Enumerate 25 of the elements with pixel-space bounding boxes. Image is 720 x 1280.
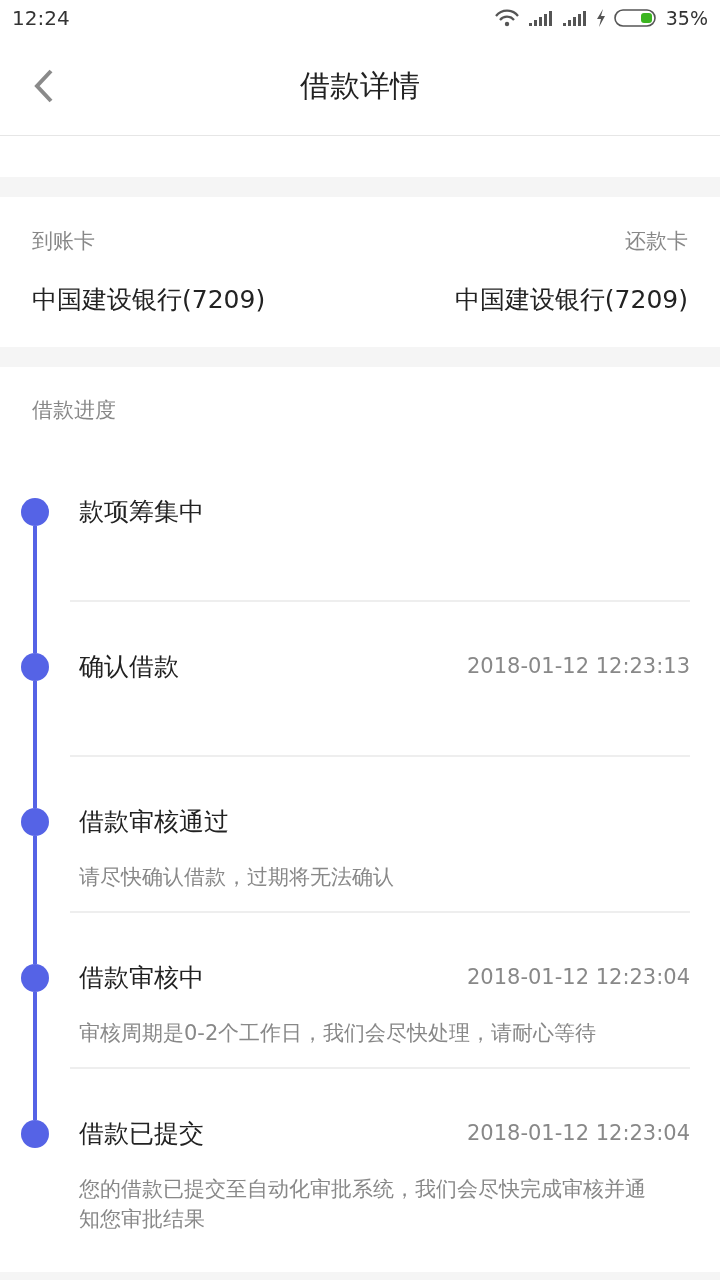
section-title: 借款进度 [32, 398, 116, 422]
step-time: 2018-01-12 12:23:13 [466, 653, 690, 681]
battery-icon [613, 9, 658, 27]
step-note: 请尽快确认借款，过期将无法确认 [78, 864, 395, 891]
page-title: 借款详情 [300, 67, 420, 105]
bank-card-value: 中国建设银行(7209) [454, 284, 688, 316]
step-title: 款项筹集中 [79, 496, 204, 529]
charging-icon [595, 9, 606, 27]
step-title: 借款审核通过 [79, 806, 229, 839]
card-label: 到账卡 [32, 227, 95, 255]
back-icon [33, 68, 55, 104]
wifi-icon [493, 9, 520, 27]
battery-percent: 35% [665, 5, 708, 31]
step-time: 2018-01-12 12:23:04 [466, 964, 690, 992]
status-time: 12:24 [12, 5, 70, 32]
bank-card-value: 中国建设银行(7209) [32, 284, 266, 316]
step-title: 借款审核中 [79, 962, 204, 995]
step-note: 您的借款已提交至自动化审批系统，我们会尽快完成审核并通知您审批结果 [78, 1176, 647, 1233]
signal-icon [527, 10, 554, 26]
step-title: 借款已提交 [79, 1118, 204, 1151]
step-time: 2018-01-12 12:23:04 [466, 1120, 690, 1148]
signal-icon [561, 10, 588, 26]
step-note: 审核周期是0-2个工作日，我们会尽快处理，请耐心等待 [78, 1020, 598, 1047]
step-title: 确认借款 [79, 651, 179, 684]
card-label: 还款卡 [625, 227, 688, 255]
